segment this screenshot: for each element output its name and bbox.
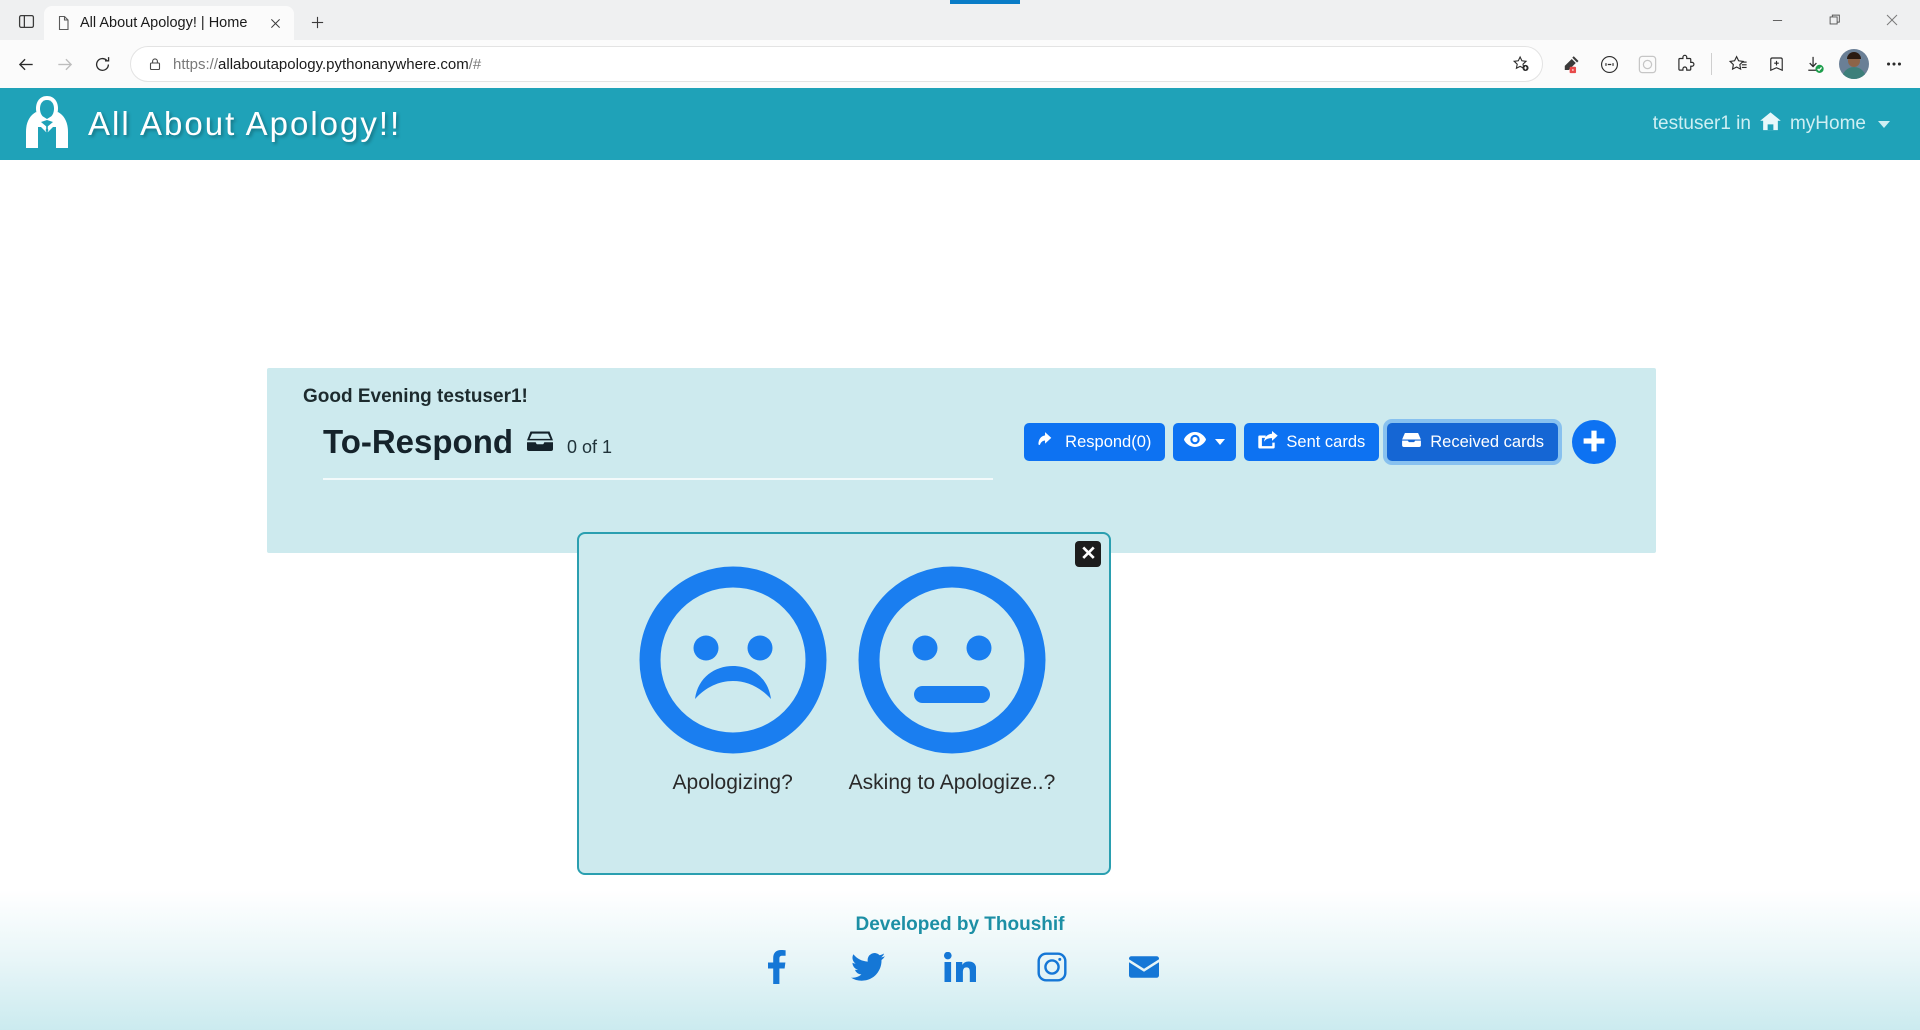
site-body: Good Evening testuser1! To-Respond 0 of … xyxy=(0,160,1920,1030)
plus-icon xyxy=(1581,428,1607,457)
minimize-icon[interactable] xyxy=(1749,0,1806,40)
back-arrow-icon[interactable] xyxy=(8,46,44,82)
panel-heading-label: To-Respond xyxy=(323,423,514,460)
linkedin-icon[interactable] xyxy=(943,950,977,984)
twitter-icon[interactable] xyxy=(851,950,885,984)
plus-icon[interactable] xyxy=(300,6,334,38)
restore-icon[interactable] xyxy=(1806,0,1863,40)
reply-arrow-icon xyxy=(1038,431,1057,453)
panel-count: 0 of 1 xyxy=(567,437,613,457)
window-close-icon[interactable] xyxy=(1863,0,1920,40)
user-menu-prefix: testuser1 in xyxy=(1652,113,1751,134)
caret-down-icon xyxy=(1215,439,1226,445)
extensions-icon[interactable] xyxy=(1667,46,1703,82)
add-card-button[interactable] xyxy=(1572,420,1616,464)
avatar-body xyxy=(1842,67,1866,79)
page-icon xyxy=(56,15,72,31)
web-capture-icon[interactable] xyxy=(1591,46,1627,82)
site-title: All About Apology!! xyxy=(88,105,402,142)
option-apologizing[interactable]: Apologizing? xyxy=(633,560,833,795)
forward-arrow-icon xyxy=(46,46,82,82)
address-bar-text: https://allaboutapology.pythonanywhere.c… xyxy=(173,55,482,73)
downloads-icon[interactable] xyxy=(1796,46,1832,82)
social-links xyxy=(759,950,1161,984)
visibility-dropdown-button[interactable] xyxy=(1173,423,1237,461)
received-cards-button[interactable]: Received cards xyxy=(1387,423,1558,461)
user-menu-home-label: myHome xyxy=(1789,113,1866,134)
address-bar[interactable]: https://allaboutapology.pythonanywhere.c… xyxy=(130,46,1543,82)
tab-title: All About Apology! | Home xyxy=(80,15,248,31)
site-header: All About Apology!! testuser1 in myHome xyxy=(0,88,1920,160)
user-menu[interactable]: testuser1 in myHome xyxy=(1653,111,1898,138)
neutral-face-icon xyxy=(852,560,1052,765)
toolbar-divider xyxy=(1711,53,1712,75)
home-icon xyxy=(1759,111,1782,138)
share-square-icon xyxy=(1258,430,1279,454)
inbox-tray-icon xyxy=(525,423,555,461)
email-icon[interactable] xyxy=(1127,950,1161,984)
add-favorite-star-icon[interactable] xyxy=(1506,49,1536,79)
tab-strip: All About Apology! | Home xyxy=(0,0,1920,40)
respond-button[interactable]: Respond(0) xyxy=(1024,423,1166,461)
footer-credit: Developed by Thoushif xyxy=(855,914,1065,935)
greeting-text: Good Evening testuser1! xyxy=(303,386,528,407)
to-respond-panel: Good Evening testuser1! To-Respond 0 of … xyxy=(267,368,1656,553)
profile-avatar-icon[interactable] xyxy=(1839,49,1869,79)
received-cards-button-label: Received cards xyxy=(1430,432,1544,451)
sent-cards-button[interactable]: Sent cards xyxy=(1244,423,1380,461)
option-asking-to-apologize-label: Asking to Apologize..? xyxy=(848,771,1056,794)
eye-icon xyxy=(1184,432,1207,452)
sent-cards-button-label: Sent cards xyxy=(1286,432,1366,451)
panel-heading: To-Respond 0 of 1 xyxy=(323,423,612,461)
facebook-icon[interactable] xyxy=(759,950,793,984)
color-picker-icon[interactable] xyxy=(1553,46,1589,82)
panel-heading-row: To-Respond 0 of 1 Respond(0) Sent cards … xyxy=(323,420,1616,464)
browser-navbar: https://allaboutapology.pythonanywhere.c… xyxy=(0,40,1920,88)
panel-divider xyxy=(323,478,993,480)
instagram-icon[interactable] xyxy=(1035,950,1069,984)
browser-essentials-icon[interactable] xyxy=(1629,46,1665,82)
window-drag-accent xyxy=(950,0,1020,4)
tab-list-icon[interactable] xyxy=(8,5,44,37)
browser-tab[interactable]: All About Apology! | Home xyxy=(44,6,294,40)
brand-link[interactable]: All About Apology!! xyxy=(22,94,401,155)
option-asking-to-apologize[interactable]: Asking to Apologize..? xyxy=(848,560,1056,795)
card-type-modal: Apologizing? Asking to Apologize..? xyxy=(577,532,1111,875)
collections-icon[interactable] xyxy=(1758,46,1794,82)
favorites-icon[interactable] xyxy=(1720,46,1756,82)
inbox-tray-icon xyxy=(1401,432,1422,453)
panel-action-buttons: Respond(0) Sent cards Received cards xyxy=(1024,420,1616,464)
chevron-down-icon xyxy=(1878,120,1890,128)
web-page: All About Apology!! testuser1 in myHome … xyxy=(0,88,1920,1030)
window-controls xyxy=(1749,0,1920,40)
reload-icon[interactable] xyxy=(84,46,120,82)
avatar-hair xyxy=(1847,52,1861,59)
hooded-person-logo-icon xyxy=(22,94,72,155)
settings-more-icon[interactable] xyxy=(1876,46,1912,82)
lock-icon xyxy=(145,57,165,71)
card-type-options: Apologizing? Asking to Apologize..? xyxy=(579,560,1109,795)
option-apologizing-label: Apologizing? xyxy=(672,771,793,794)
browser-chrome: All About Apology! | Home https://allabo… xyxy=(0,0,1920,88)
site-footer: Developed by Thoushif xyxy=(0,890,1920,1030)
respond-button-label: Respond(0) xyxy=(1065,432,1152,451)
close-icon[interactable] xyxy=(264,12,286,34)
sad-face-icon xyxy=(633,560,833,765)
